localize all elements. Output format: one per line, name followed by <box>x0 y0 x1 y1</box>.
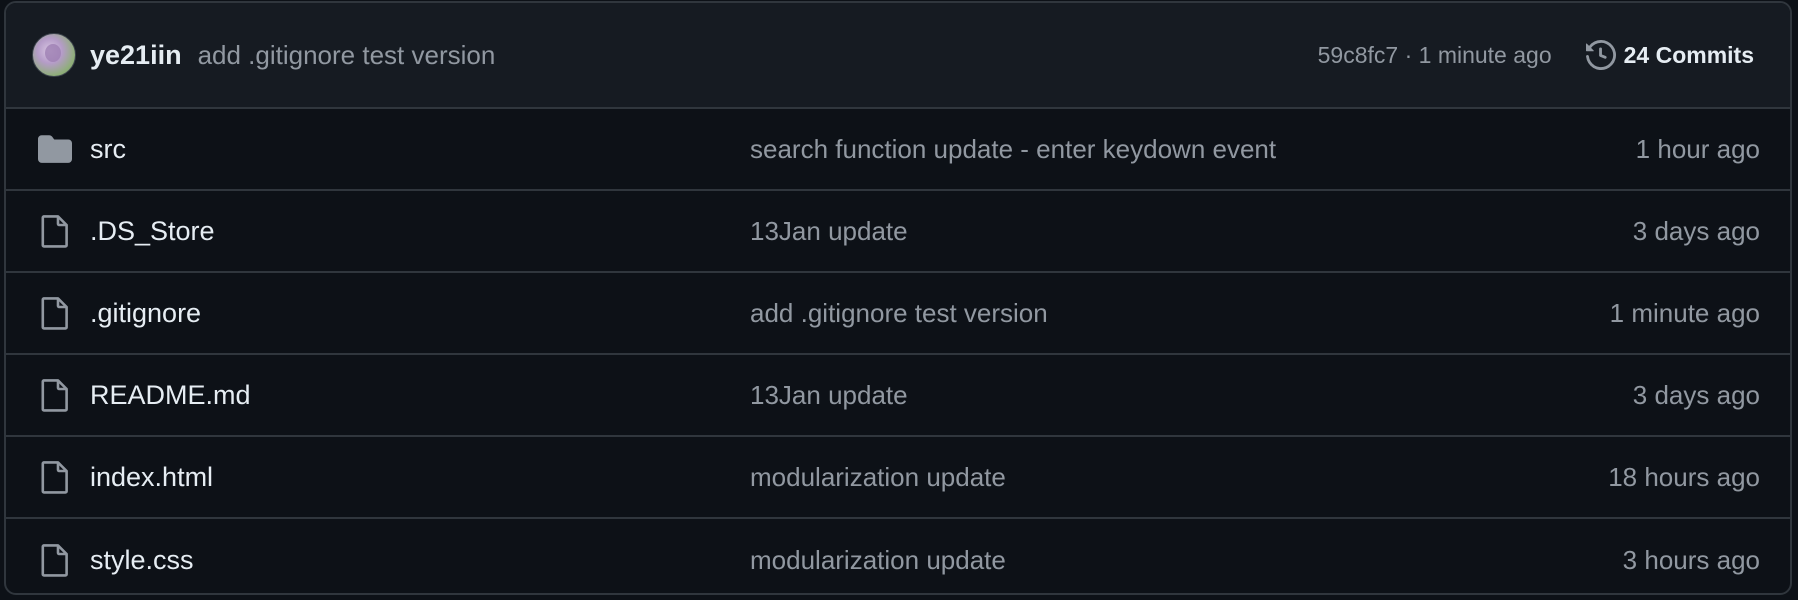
file-commit-time: 18 hours ago <box>1608 461 1760 492</box>
commits-count-label: 24 Commits <box>1623 41 1754 68</box>
file-icon <box>38 543 72 577</box>
file-commit-message-link[interactable]: modularization update <box>750 462 1608 493</box>
file-commit-time: 3 days ago <box>1632 215 1760 246</box>
file-name-link[interactable]: README.md <box>90 380 750 411</box>
file-row[interactable]: src search function update - enter keydow… <box>6 109 1790 191</box>
file-commit-message-link[interactable]: search function update - enter keydown e… <box>750 134 1636 165</box>
file-name-link[interactable]: .DS_Store <box>90 216 750 247</box>
folder-icon <box>38 132 72 166</box>
commit-author-link[interactable]: ye21iin <box>90 40 182 71</box>
file-commit-time: 3 days ago <box>1632 379 1760 410</box>
latest-commit-message[interactable]: add .gitignore test version <box>198 40 496 71</box>
commit-hash-time[interactable]: 59c8fc7 · 1 minute ago <box>1318 42 1552 69</box>
file-row[interactable]: .gitignore add .gitignore test version 1 m… <box>6 273 1790 355</box>
file-commit-message-link[interactable]: add .gitignore test version <box>750 298 1610 329</box>
history-icon <box>1585 40 1616 70</box>
file-commit-message-link[interactable]: 13Jan update <box>750 380 1633 411</box>
file-icon <box>38 214 72 248</box>
file-icon <box>38 378 72 412</box>
file-name-link[interactable]: src <box>90 134 750 165</box>
file-commit-time: 3 hours ago <box>1622 544 1760 575</box>
file-row[interactable]: style.css modularization update 3 hours ag… <box>6 519 1790 593</box>
file-icon <box>38 460 72 494</box>
file-row[interactable]: .DS_Store 13Jan update 3 days ago <box>6 191 1790 273</box>
user-avatar[interactable] <box>32 33 76 77</box>
commits-history-link[interactable]: 24 Commits <box>1585 40 1754 70</box>
file-commit-message-link[interactable]: 13Jan update <box>750 216 1633 247</box>
file-list: src search function update - enter keydow… <box>6 109 1790 593</box>
file-row[interactable]: index.html modularization update 18 hours … <box>6 437 1790 519</box>
file-name-link[interactable]: style.css <box>90 545 750 576</box>
file-row[interactable]: README.md 13Jan update 3 days ago <box>6 355 1790 437</box>
latest-commit-bar: ye21iin add .gitignore test version 59c8… <box>6 3 1790 109</box>
file-icon <box>38 296 72 330</box>
file-browser: ye21iin add .gitignore test version 59c8… <box>4 1 1792 595</box>
file-commit-time: 1 minute ago <box>1609 297 1760 328</box>
file-commit-message-link[interactable]: modularization update <box>750 545 1623 576</box>
file-name-link[interactable]: .gitignore <box>90 298 750 329</box>
file-name-link[interactable]: index.html <box>90 462 750 493</box>
file-commit-time: 1 hour ago <box>1635 133 1760 164</box>
